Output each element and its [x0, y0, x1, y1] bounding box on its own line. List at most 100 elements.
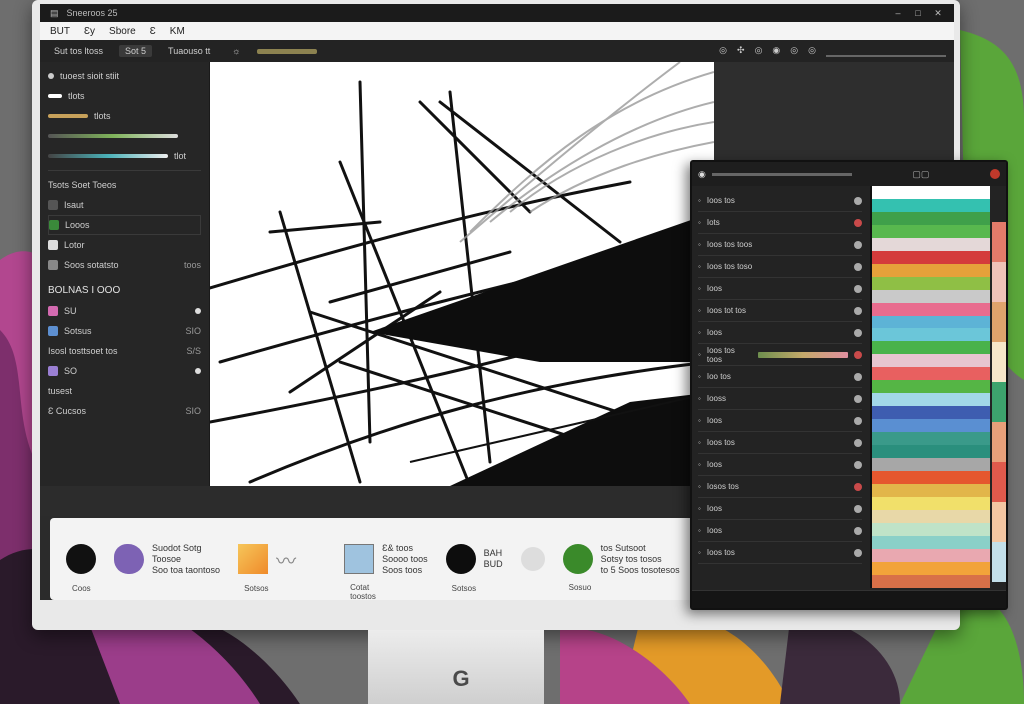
- section-item[interactable]: Isosl tosttsoet tos S/S: [48, 341, 201, 361]
- side-color-stripe[interactable]: [992, 302, 1006, 342]
- section-item[interactable]: tusest: [48, 381, 201, 401]
- brush-preset[interactable]: Coos: [66, 544, 96, 593]
- layer-row[interactable]: ◦ Ioos: [698, 498, 862, 520]
- color-stripe[interactable]: [872, 224, 990, 238]
- menu-item[interactable]: KM: [170, 26, 185, 37]
- layer-status-dot[interactable]: [854, 394, 862, 403]
- visibility-icon[interactable]: ◦: [698, 504, 701, 513]
- brush-preset[interactable]: Suodot Sotg Toosoe Soo toa taontoso: [114, 543, 220, 576]
- color-stripe[interactable]: [872, 483, 990, 497]
- section-item[interactable]: SO: [48, 361, 201, 381]
- visibility-icon[interactable]: ◦: [698, 460, 701, 469]
- visibility-icon[interactable]: ◦: [698, 438, 701, 447]
- layer-item[interactable]: Looos: [48, 215, 201, 235]
- visibility-icon[interactable]: ◦: [698, 284, 701, 293]
- circle-icon[interactable]: ◎: [790, 45, 798, 57]
- layer-status-dot[interactable]: [854, 482, 862, 491]
- color-stripe[interactable]: [872, 458, 990, 471]
- visibility-icon[interactable]: ◦: [698, 328, 701, 337]
- layer-row[interactable]: ◦ Ioos tos toos: [698, 344, 862, 366]
- layer-row[interactable]: ◦ Ioos: [698, 520, 862, 542]
- visibility-icon[interactable]: ◦: [698, 262, 701, 271]
- visibility-icon[interactable]: ◦: [698, 350, 701, 359]
- layer-status-dot[interactable]: [854, 372, 862, 381]
- layer-row[interactable]: ◦ Ioo tos: [698, 366, 862, 388]
- brush-preset[interactable]: Ɛ& toos Soooo toos Soos toos Cotat toost…: [344, 543, 428, 600]
- layer-row[interactable]: ◦ Iots: [698, 212, 862, 234]
- side-color-stripe[interactable]: [992, 382, 1006, 422]
- layer-status-dot[interactable]: [854, 548, 862, 557]
- layer-row[interactable]: ◦ Ioos tos: [698, 432, 862, 454]
- tool-option[interactable]: Sut tos ltoss: [48, 45, 109, 57]
- side-color-stripe[interactable]: [992, 222, 1006, 262]
- layer-status-dot[interactable]: [854, 284, 862, 293]
- setting-row[interactable]: [48, 126, 201, 146]
- side-color-stripe[interactable]: [992, 542, 1006, 582]
- layer-status-dot[interactable]: [854, 196, 862, 205]
- color-stripe[interactable]: [872, 186, 990, 199]
- setting-row[interactable]: tlots: [48, 106, 201, 126]
- color-stripe[interactable]: [872, 574, 990, 588]
- color-stripe[interactable]: [872, 470, 990, 484]
- color-stripe[interactable]: [872, 211, 990, 225]
- layer-row[interactable]: ◦ Ioos: [698, 322, 862, 344]
- brush-preset[interactable]: Sotsos 〰: [238, 544, 296, 593]
- color-stripe[interactable]: [872, 445, 990, 459]
- record-icon[interactable]: ◉: [772, 45, 780, 57]
- color-stripe[interactable]: [872, 406, 990, 420]
- side-color-stripe[interactable]: [992, 262, 1006, 302]
- layer-status-dot[interactable]: [854, 262, 862, 271]
- side-color-stripe[interactable]: [992, 462, 1006, 502]
- minimize-button[interactable]: –: [892, 8, 904, 18]
- tool-option-selected[interactable]: Sot 5: [119, 45, 153, 57]
- toggle-knob[interactable]: [195, 308, 201, 314]
- layer-row[interactable]: ◦ Iooss: [698, 388, 862, 410]
- layer-row[interactable]: ◦ Ioos tos toos: [698, 234, 862, 256]
- brush-preset[interactable]: BAH BUD Sotsos: [445, 544, 503, 593]
- layer-row[interactable]: ◦ Ioos tos toso: [698, 256, 862, 278]
- layer-row[interactable]: ◦ Iosos tos: [698, 476, 862, 498]
- layer-status-dot[interactable]: [854, 416, 862, 425]
- hardness-slider[interactable]: [48, 154, 168, 158]
- toggle-knob[interactable]: [195, 368, 201, 374]
- color-stripe[interactable]: [872, 302, 990, 316]
- close-panel-icon[interactable]: [990, 169, 1000, 179]
- setting-row[interactable]: tlot: [48, 146, 201, 166]
- layer-row[interactable]: ◦ Ioos: [698, 410, 862, 432]
- visibility-icon[interactable]: ◦: [698, 526, 701, 535]
- layer-status-dot[interactable]: [854, 460, 862, 469]
- side-color-stripe[interactable]: [992, 342, 1006, 382]
- visibility-icon[interactable]: ◦: [698, 372, 701, 381]
- brush-size-slider[interactable]: [256, 48, 317, 54]
- settings-icon[interactable]: ☼: [226, 45, 246, 57]
- color-stripe[interactable]: [872, 289, 990, 303]
- color-stripe[interactable]: [872, 250, 990, 264]
- menu-item[interactable]: Ɛ: [150, 26, 156, 37]
- layer-row[interactable]: ◦ Ioos: [698, 278, 862, 300]
- color-stripe[interactable]: [872, 315, 990, 329]
- layer-status-dot[interactable]: [854, 526, 862, 535]
- circle-icon[interactable]: ◎: [755, 45, 763, 57]
- color-stripe[interactable]: [872, 496, 990, 510]
- move-icon[interactable]: ✣: [737, 45, 745, 57]
- layer-status-dot[interactable]: [854, 350, 862, 359]
- side-color-stripe[interactable]: [992, 502, 1006, 542]
- layer-row[interactable]: ◦ Ioos tot tos: [698, 300, 862, 322]
- layer-status-dot[interactable]: [854, 328, 862, 337]
- brush-preset[interactable]: [520, 547, 545, 571]
- visibility-icon[interactable]: ◦: [698, 218, 701, 227]
- color-stripe[interactable]: [872, 328, 990, 342]
- color-stripe[interactable]: [872, 341, 990, 355]
- panel-menu-icon[interactable]: ◉: [698, 169, 706, 180]
- visibility-icon[interactable]: ◦: [698, 416, 701, 425]
- layer-status-dot[interactable]: [854, 438, 862, 447]
- color-stripe[interactable]: [872, 419, 990, 433]
- menu-item[interactable]: Ɛy: [84, 26, 95, 37]
- maximize-button[interactable]: □: [912, 8, 924, 18]
- setting-row[interactable]: tlots: [48, 86, 201, 106]
- color-stripe[interactable]: [872, 393, 990, 407]
- color-stripe[interactable]: [872, 263, 990, 277]
- layer-status-dot[interactable]: [854, 306, 862, 315]
- color-stripe[interactable]: [872, 509, 990, 523]
- color-stripe[interactable]: [872, 561, 990, 575]
